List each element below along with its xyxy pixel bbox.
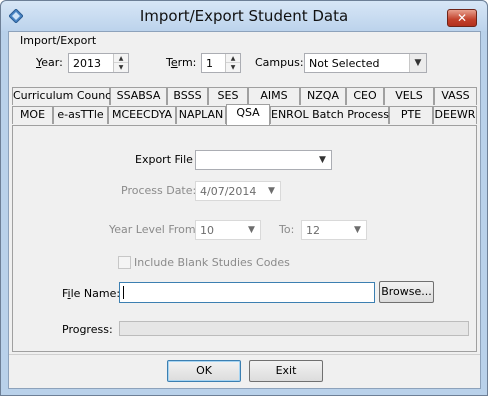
tab-mceecdya[interactable]: MCEECDYA (108, 106, 176, 124)
close-button[interactable]: ✕ (447, 9, 477, 27)
text-caret (123, 286, 124, 299)
browse-button[interactable]: Browse... (379, 281, 434, 303)
tab-aims[interactable]: AIMS (248, 87, 300, 105)
process-date-picker[interactable]: 4/07/2014 ▼ (195, 181, 281, 201)
tab-deewr[interactable]: DEEWR (433, 106, 477, 124)
tab-naplan[interactable]: NAPLAN (176, 106, 226, 124)
term-value[interactable]: 1 (206, 57, 213, 70)
chevron-down-icon[interactable]: ▼ (243, 221, 260, 239)
tab-bsss[interactable]: BSSS (167, 87, 208, 105)
year-down-arrow-icon[interactable]: ▼ (114, 63, 128, 72)
progress-label: Progress: (62, 323, 113, 336)
tab-moe[interactable]: MOE (12, 106, 53, 124)
process-date-label: Process Date: (121, 184, 197, 197)
window-title: Import/Export Student Data (139, 7, 349, 25)
chevron-down-icon[interactable]: ▼ (263, 182, 280, 200)
bottom-separator (9, 354, 480, 355)
tab-nzqa[interactable]: NZQA (300, 87, 346, 105)
year-value[interactable]: 2013 (73, 57, 101, 70)
year-level-to-value: 12 (306, 224, 320, 237)
term-down-arrow-icon[interactable]: ▼ (226, 63, 240, 72)
file-name-input[interactable] (119, 282, 375, 303)
export-file-label: Export File (135, 153, 193, 166)
tab-curriculum-council[interactable]: Curriculum Council (12, 87, 117, 105)
include-blank-checkbox[interactable] (118, 256, 131, 269)
campus-dropdown[interactable]: Not Selected ▼ (304, 53, 427, 73)
tab-enrol-batch-process[interactable]: ENROL Batch Process (270, 106, 389, 124)
tab-qsa[interactable]: QSA (226, 104, 270, 125)
term-up-arrow-icon[interactable]: ▲ (226, 54, 240, 63)
progress-bar (119, 321, 469, 336)
year-spinner[interactable]: 2013 ▲ ▼ (68, 53, 129, 73)
process-date-value: 4/07/2014 (200, 185, 257, 198)
term-spinner[interactable]: 1 ▲ ▼ (201, 53, 241, 73)
export-file-dropdown[interactable]: ▼ (195, 150, 332, 170)
qsa-tab-panel: Export File ▼ Process Date: 4/07/2014 ▼ … (12, 125, 477, 352)
tab-ssabsa[interactable]: SSABSA (110, 87, 167, 105)
tab-vass[interactable]: VASS (434, 87, 477, 105)
campus-label: Campus: (255, 56, 304, 69)
tab-vels[interactable]: VELS (384, 87, 434, 105)
year-level-to-dropdown[interactable]: 12 ▼ (301, 220, 367, 240)
include-blank-label: Include Blank Studies Codes (134, 256, 290, 269)
year-label: Year: (36, 56, 63, 69)
year-level-from-dropdown[interactable]: 10 ▼ (195, 220, 261, 240)
file-name-label: File Name: (62, 287, 121, 300)
to-label: To: (279, 223, 295, 236)
year-up-arrow-icon[interactable]: ▲ (114, 54, 128, 63)
ok-button[interactable]: OK (167, 360, 241, 382)
tab-pte[interactable]: PTE (389, 106, 433, 124)
close-icon: ✕ (456, 11, 468, 25)
year-level-from-value: 10 (200, 224, 214, 237)
chevron-down-icon[interactable]: ▼ (314, 151, 331, 169)
tab-ceo[interactable]: CEO (346, 87, 384, 105)
client-area: Import/Export Year: 2013 ▲ ▼ Term: 1 ▲ ▼… (8, 31, 481, 389)
import-export-window: Import/Export Student Data ✕ Import/Expo… (0, 0, 488, 396)
chevron-down-icon[interactable]: ▼ (409, 54, 426, 72)
title-bar[interactable]: Import/Export Student Data ✕ (1, 1, 487, 31)
campus-value: Not Selected (309, 57, 380, 70)
tab-e-asttle[interactable]: e-asTTle (53, 106, 108, 124)
tab-ses[interactable]: SES (208, 87, 248, 105)
term-label: Term: (166, 56, 197, 69)
year-level-from-label: Year Level From: (109, 223, 200, 236)
chevron-down-icon[interactable]: ▼ (349, 221, 366, 239)
exit-button[interactable]: Exit (249, 360, 323, 382)
import-export-group-label: Import/Export (20, 34, 97, 47)
